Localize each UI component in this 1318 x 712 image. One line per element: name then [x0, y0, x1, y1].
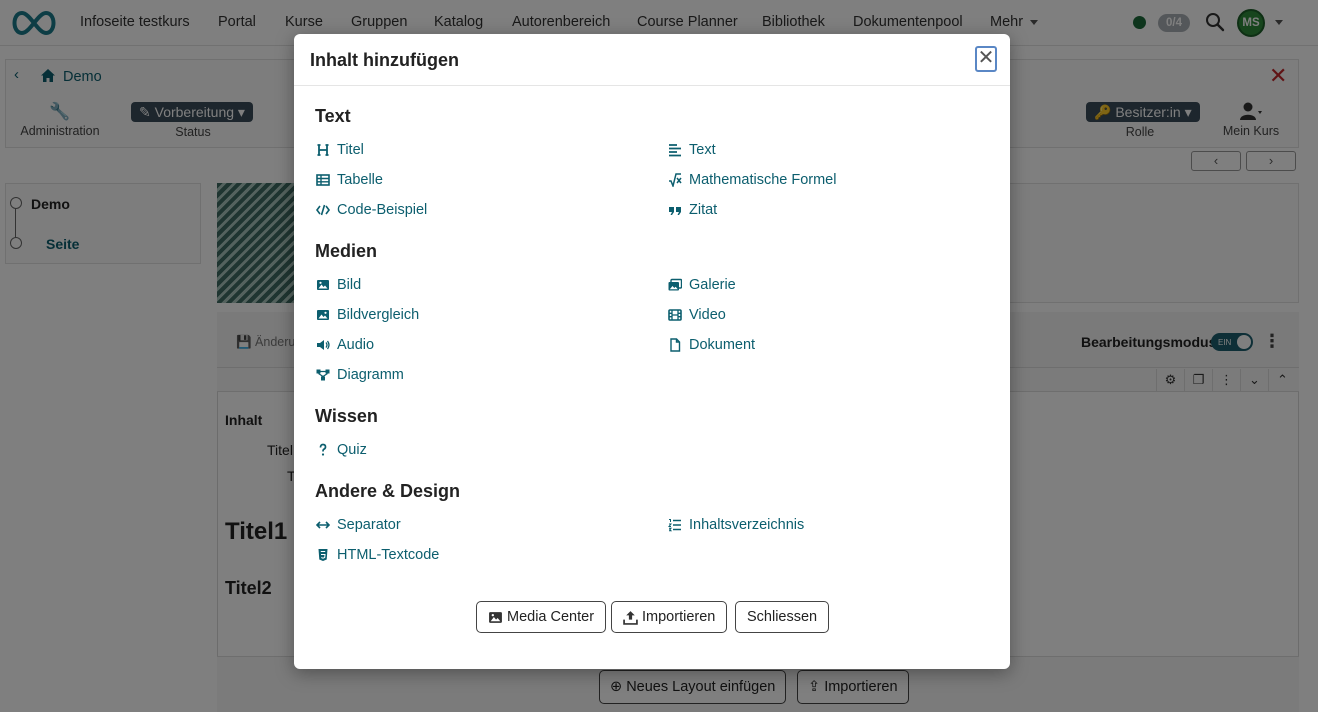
- image-icon: [489, 611, 502, 623]
- add-code-example-item[interactable]: Code-Beispiel: [316, 201, 427, 219]
- file-icon: [670, 338, 681, 352]
- film-icon: [668, 309, 682, 321]
- add-quote-label: Zitat: [689, 202, 718, 218]
- add-text-item[interactable]: Text: [668, 141, 716, 159]
- arrows-horizontal-icon: [316, 521, 330, 529]
- add-image-label: Bild: [337, 277, 362, 293]
- image-icon: [317, 280, 329, 290]
- section-title-knowledge: Wissen: [315, 406, 378, 426]
- add-image-comparison-label: Bildvergleich: [337, 307, 420, 323]
- media-center-label: Media Center: [507, 609, 595, 625]
- gallery-icon: [668, 278, 682, 291]
- add-html-code-item[interactable]: HTML-Textcode: [316, 546, 439, 564]
- close-dialog-button[interactable]: Schliessen: [735, 601, 830, 633]
- list-ordered-icon: [668, 519, 681, 532]
- add-gallery-item[interactable]: Galerie: [668, 276, 736, 294]
- heading-icon: [317, 144, 329, 156]
- add-separator-item[interactable]: Separator: [316, 516, 401, 534]
- add-document-label: Dokument: [689, 337, 756, 353]
- speaker-icon: [317, 340, 330, 350]
- close-icon[interactable]: ✕: [975, 46, 997, 72]
- add-html-code-label: HTML-Textcode: [337, 547, 440, 563]
- add-document-item[interactable]: Dokument: [668, 336, 755, 354]
- dialog-title: Inhalt hinzufügen: [310, 50, 459, 70]
- add-math-formula-item[interactable]: Mathematische Formel: [668, 171, 836, 189]
- import-button[interactable]: Importieren: [611, 601, 728, 633]
- add-title-label: Titel: [337, 142, 364, 158]
- table-icon: [316, 174, 330, 186]
- code-icon: [316, 204, 330, 216]
- add-content-dialog: Inhalt hinzufügen ✕ Text Titel Text Tabe…: [294, 34, 1010, 669]
- add-table-item[interactable]: Tabelle: [316, 171, 383, 189]
- align-left-icon: [669, 144, 681, 157]
- add-table-of-contents-label: Inhaltsverzeichnis: [689, 517, 805, 533]
- add-image-item[interactable]: Bild: [316, 276, 361, 294]
- add-title-item[interactable]: Titel: [316, 141, 364, 159]
- html5-icon: [318, 549, 328, 561]
- add-video-label: Video: [689, 307, 726, 323]
- quote-icon: [669, 207, 681, 215]
- image-compare-icon: [317, 310, 329, 320]
- add-audio-label: Audio: [337, 337, 375, 353]
- import-label: Importieren: [642, 609, 716, 625]
- add-math-formula-label: Mathematische Formel: [689, 172, 837, 188]
- add-audio-item[interactable]: Audio: [316, 336, 374, 354]
- add-code-example-label: Code-Beispiel: [337, 202, 428, 218]
- add-text-label: Text: [689, 142, 716, 158]
- add-quote-item[interactable]: Zitat: [668, 201, 717, 219]
- section-title-media: Medien: [315, 241, 378, 261]
- upload-icon: [623, 610, 638, 625]
- add-quiz-label: Quiz: [337, 442, 367, 458]
- add-image-comparison-item[interactable]: Bildvergleich: [316, 306, 419, 324]
- media-center-button[interactable]: Media Center: [476, 601, 607, 633]
- section-title-text: Text: [315, 106, 351, 126]
- add-diagram-label: Diagramm: [337, 367, 404, 383]
- diagram-icon: [316, 369, 330, 381]
- add-table-label: Tabelle: [337, 172, 383, 188]
- square-root-icon: [669, 173, 682, 187]
- section-title-other-design: Andere & Design: [315, 481, 461, 501]
- add-diagram-item[interactable]: Diagramm: [316, 366, 404, 384]
- add-separator-label: Separator: [337, 517, 401, 533]
- question-icon: [319, 443, 327, 456]
- add-video-item[interactable]: Video: [668, 306, 726, 324]
- add-gallery-label: Galerie: [689, 277, 736, 293]
- dialog-header: Inhalt hinzufügen ✕: [294, 34, 1010, 86]
- add-table-of-contents-item[interactable]: Inhaltsverzeichnis: [668, 516, 804, 534]
- add-quiz-item[interactable]: Quiz: [316, 441, 367, 459]
